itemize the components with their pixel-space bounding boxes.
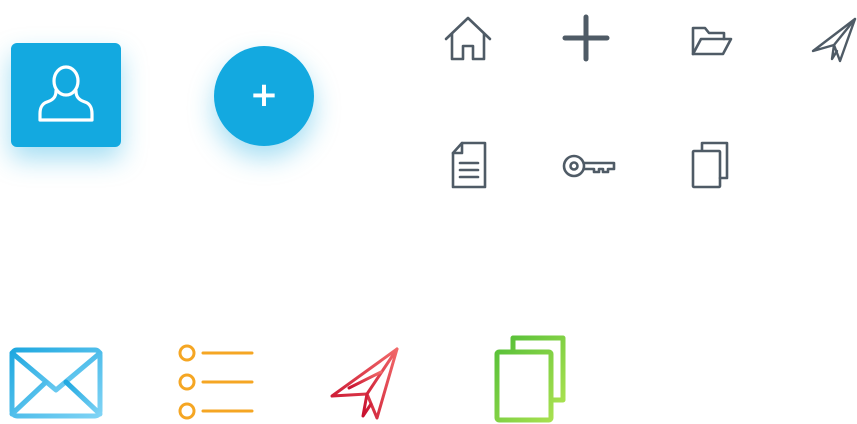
copy-colored-button[interactable] [492, 334, 568, 423]
copy-icon [493, 334, 567, 424]
key-icon [561, 151, 617, 181]
paper-plane-icon [810, 15, 856, 63]
send-button[interactable] [808, 12, 857, 66]
plus-icon [561, 13, 611, 63]
send-colored-button[interactable] [328, 346, 402, 420]
plus-icon: + [249, 74, 279, 115]
add-button[interactable]: + [214, 46, 314, 146]
list-button[interactable] [176, 342, 256, 420]
folder-open-icon [690, 23, 734, 57]
open-folder-button[interactable] [684, 20, 740, 60]
copy-button[interactable] [684, 136, 736, 194]
mail-button[interactable] [8, 346, 104, 420]
list-icon [177, 342, 255, 422]
home-icon [443, 15, 493, 61]
copy-icon [690, 140, 730, 190]
document-icon [450, 140, 488, 190]
document-button[interactable] [444, 136, 494, 194]
add-item-button[interactable] [558, 12, 614, 64]
paper-plane-icon [329, 346, 401, 420]
user-button[interactable] [11, 43, 121, 147]
user-icon [37, 64, 95, 126]
mail-icon [9, 346, 103, 420]
key-button[interactable] [560, 146, 618, 186]
home-button[interactable] [440, 12, 496, 64]
